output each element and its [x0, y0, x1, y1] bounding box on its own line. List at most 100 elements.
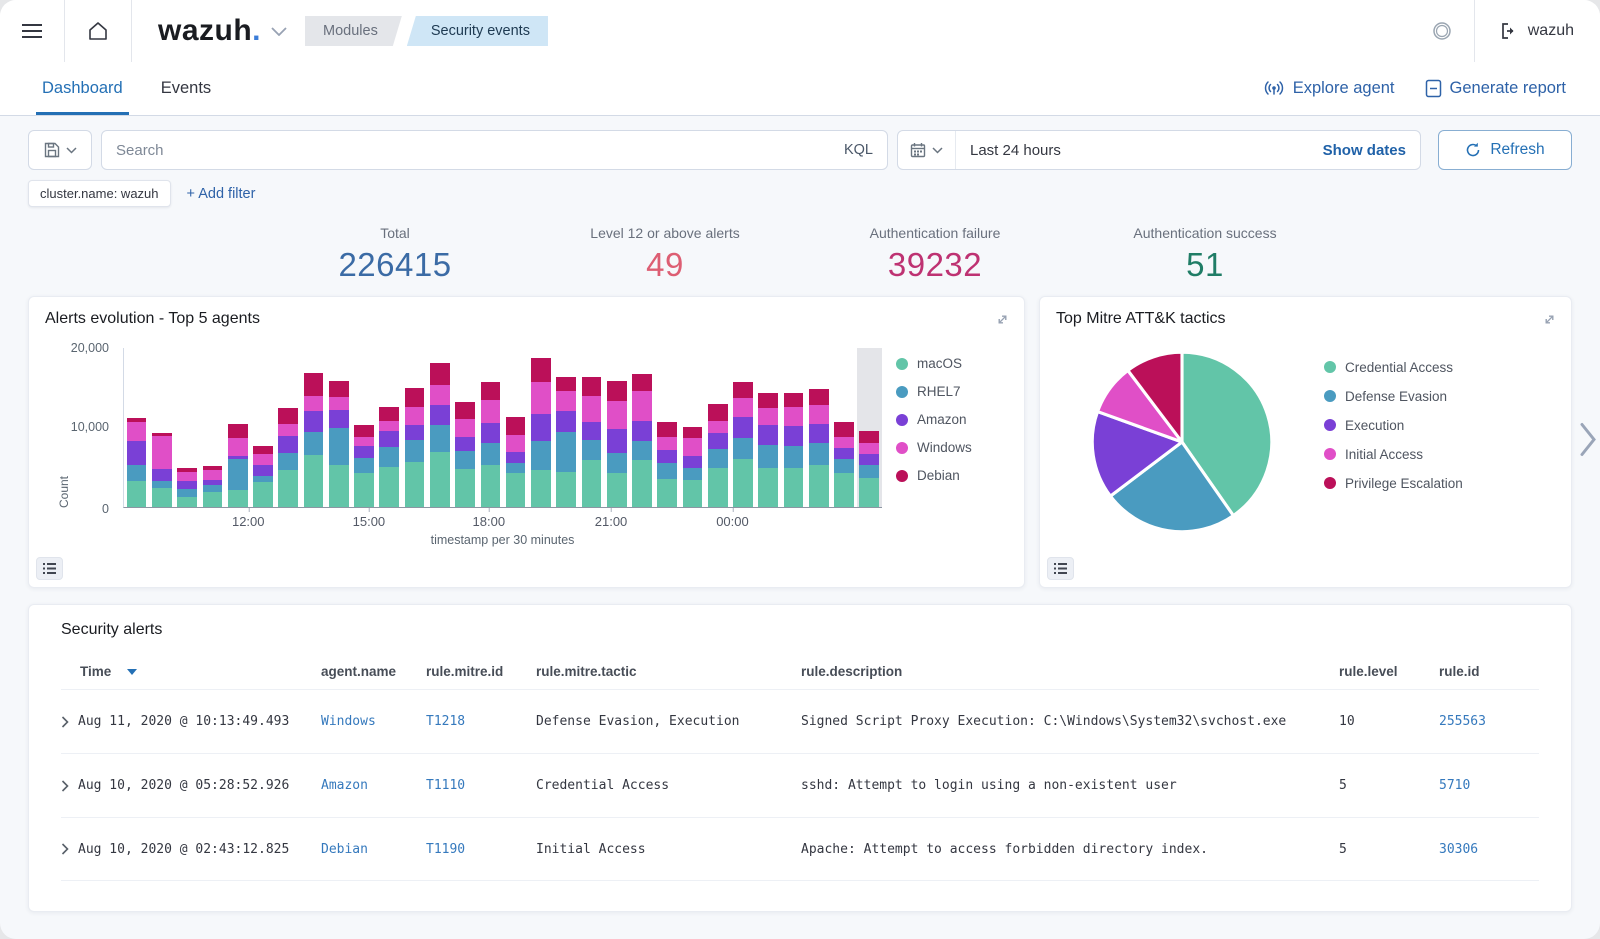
saved-query-button[interactable] [28, 130, 92, 170]
mitre-id-link[interactable]: T1110 [426, 778, 536, 793]
legend-item[interactable]: Defense Evasion [1324, 389, 1463, 404]
bar[interactable] [250, 347, 275, 507]
bar[interactable] [806, 347, 831, 507]
app-switcher-button[interactable] [271, 0, 305, 62]
bar[interactable] [427, 347, 452, 507]
stat-value-2[interactable]: 39232 [800, 246, 1070, 284]
bar[interactable] [377, 347, 402, 507]
panel-inspect-button[interactable] [1047, 557, 1074, 580]
legend-item[interactable]: Privilege Escalation [1324, 476, 1463, 491]
date-quick-select-button[interactable] [898, 131, 956, 169]
legend-item[interactable]: macOS [896, 356, 1014, 371]
expand-row-icon[interactable] [61, 716, 69, 728]
rule-id-link[interactable]: 5710 [1439, 778, 1539, 793]
legend-item[interactable]: Execution [1324, 418, 1463, 433]
stat-value-3[interactable]: 51 [1070, 246, 1340, 284]
tab-events[interactable]: Events [161, 62, 211, 115]
column-agent-name[interactable]: agent.name [321, 664, 426, 679]
main-content: KQL Last 24 hours Show dates Refresh clu… [0, 116, 1600, 912]
health-check-button[interactable] [1410, 0, 1474, 62]
filter-bar: cluster.name: wazuh + Add filter [28, 180, 1572, 207]
explore-agent-button[interactable]: Explore agent [1263, 79, 1395, 98]
bar[interactable] [831, 347, 856, 507]
expand-row-icon[interactable] [61, 780, 69, 792]
bar[interactable] [756, 347, 781, 507]
bar[interactable] [579, 347, 604, 507]
bar[interactable] [326, 347, 351, 507]
legend-item[interactable]: Initial Access [1324, 447, 1463, 462]
rule-id-link[interactable]: 255563 [1439, 714, 1539, 729]
expand-row-icon[interactable] [61, 843, 69, 855]
bar[interactable] [149, 347, 174, 507]
bar[interactable] [452, 347, 477, 507]
column-rule-description[interactable]: rule.description [801, 664, 1339, 679]
user-menu-button[interactable]: wazuh [1475, 0, 1600, 62]
legend-item[interactable]: Credential Access [1324, 360, 1463, 375]
bar[interactable] [730, 347, 755, 507]
breadcrumb-security-events[interactable]: Security events [407, 16, 548, 46]
time-range-value[interactable]: Last 24 hours [956, 142, 1323, 159]
tab-dashboard[interactable]: Dashboard [42, 62, 123, 115]
filter-chip-cluster-name[interactable]: cluster.name: wazuh [28, 180, 171, 207]
generate-report-button[interactable]: Generate report [1425, 79, 1566, 98]
bar[interactable] [655, 347, 680, 507]
search-input[interactable] [116, 142, 834, 159]
legend-item[interactable]: Amazon [896, 412, 1014, 427]
panel-inspect-button[interactable] [36, 557, 63, 580]
bar[interactable] [680, 347, 705, 507]
bar[interactable] [301, 347, 326, 507]
kql-button[interactable]: KQL [834, 142, 873, 158]
menu-button[interactable] [0, 0, 64, 62]
breadcrumb-modules[interactable]: Modules [305, 16, 402, 46]
add-filter-button[interactable]: + Add filter [187, 186, 256, 202]
bar[interactable] [124, 347, 149, 507]
column-rule-id[interactable]: rule.id [1439, 664, 1539, 679]
bar[interactable] [781, 347, 806, 507]
column-rule-mitre-tactic[interactable]: rule.mitre.tactic [536, 664, 801, 679]
mitre-id-link[interactable]: T1190 [426, 842, 536, 857]
report-icon [1425, 79, 1442, 98]
column-rule-mitre-id[interactable]: rule.mitre.id [426, 664, 536, 679]
stat-value-0[interactable]: 226415 [260, 246, 530, 284]
bar[interactable] [629, 347, 654, 507]
bar[interactable] [554, 347, 579, 507]
bar[interactable] [351, 347, 376, 507]
wazuh-logo[interactable]: wazuh. [132, 0, 271, 62]
bar[interactable] [528, 347, 553, 507]
bar[interactable] [200, 347, 225, 507]
column-time[interactable]: Time [61, 664, 321, 679]
agent-link[interactable]: Amazon [321, 778, 426, 793]
cell-description: Apache: Attempt to access forbidden dire… [801, 842, 1339, 857]
column-rule-level[interactable]: rule.level [1339, 664, 1439, 679]
bar[interactable] [478, 347, 503, 507]
mitre-id-link[interactable]: T1218 [426, 714, 536, 729]
bar[interactable] [604, 347, 629, 507]
legend-item[interactable]: Debian [896, 468, 1014, 483]
agent-link[interactable]: Windows [321, 714, 426, 729]
bar[interactable] [402, 347, 427, 507]
bar[interactable] [276, 347, 301, 507]
show-dates-button[interactable]: Show dates [1323, 142, 1420, 159]
bar[interactable] [175, 347, 200, 507]
calendar-icon [910, 142, 926, 158]
logout-icon [1501, 22, 1519, 40]
bar[interactable] [857, 347, 882, 507]
refresh-button[interactable]: Refresh [1438, 130, 1572, 170]
stat-label: Total [260, 225, 530, 241]
agent-link[interactable]: Debian [321, 842, 426, 857]
pie-chart[interactable] [1084, 344, 1280, 540]
next-page-arrow[interactable] [1580, 423, 1596, 462]
bar[interactable] [705, 347, 730, 507]
expand-panel-icon[interactable] [995, 312, 1010, 332]
home-button[interactable] [65, 0, 131, 62]
bar-chart-plot[interactable] [123, 348, 882, 508]
cell-tactic: Credential Access [536, 778, 801, 793]
bar[interactable] [503, 347, 528, 507]
rule-id-link[interactable]: 30306 [1439, 842, 1539, 857]
legend-item[interactable]: RHEL7 [896, 384, 1014, 399]
expand-panel-icon[interactable] [1542, 312, 1557, 332]
date-picker: Last 24 hours Show dates [897, 130, 1421, 170]
stat-value-1[interactable]: 49 [530, 246, 800, 284]
legend-item[interactable]: Windows [896, 440, 1014, 455]
bar[interactable] [225, 347, 250, 507]
